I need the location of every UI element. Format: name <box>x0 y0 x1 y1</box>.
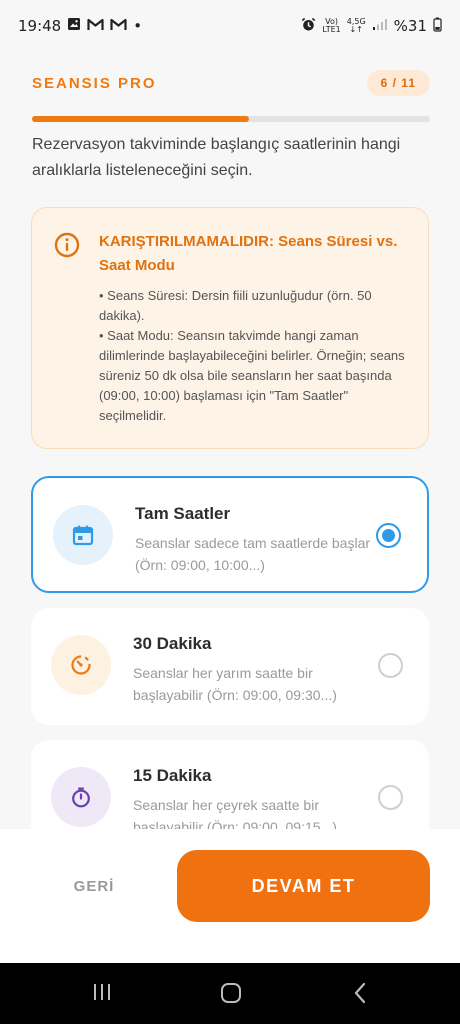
warning-title: KARIŞTIRILMAMALIDIR: Seans Süresi vs. Sa… <box>99 233 398 274</box>
warning-line-duration: • Seans Süresi: Dersin fiili uzunluğudur… <box>99 288 372 323</box>
brand-title: SEANSIS PRO <box>32 74 157 92</box>
status-right: Vo) LTE1 4,5G ↓↑ %31 <box>301 17 442 36</box>
gmail-icon <box>87 17 104 35</box>
progress-bar <box>32 116 430 122</box>
back-nav-icon[interactable] <box>352 981 368 1010</box>
option-card-full-hours[interactable]: Tam Saatler Seanslar sadece tam saatlerd… <box>31 476 429 593</box>
warning-line-mode: • Saat Modu: Seansın takvimde hangi zama… <box>99 328 405 423</box>
recent-apps-icon[interactable] <box>92 981 112 1008</box>
network-type: 4,5G ↓↑ <box>347 18 366 34</box>
option-title: 15 Dakika <box>133 766 212 785</box>
warning-box: KARIŞTIRILMAMALIDIR: Seans Süresi vs. Sa… <box>31 207 429 449</box>
signal-icon <box>372 17 388 35</box>
radio-unselected[interactable] <box>378 785 403 810</box>
battery-icon <box>433 17 442 36</box>
option-subtitle: Seanslar her yarım saatte bir başlayabil… <box>133 665 337 703</box>
back-button[interactable]: GERİ <box>52 873 136 901</box>
lte-label: LTE1 <box>322 25 341 34</box>
step-description: Rezervasyon takviminde başlangıç saatler… <box>32 136 401 179</box>
info-icon <box>54 232 80 258</box>
radio-selected[interactable] <box>376 523 401 548</box>
volte-indicator: Vo) LTE1 <box>322 18 340 34</box>
step-indicator: 6 / 11 <box>366 70 430 96</box>
status-dot: • <box>133 17 143 35</box>
status-bar: 19:48 • Vo) LTE1 4,5G ↓↑ %31 <box>0 0 460 52</box>
stopwatch-icon <box>51 767 111 827</box>
progress-fill <box>32 116 249 122</box>
home-icon[interactable] <box>219 981 243 1010</box>
system-nav-bar <box>0 963 460 1024</box>
header: SEANSIS PRO 6 / 11 <box>32 68 430 98</box>
battery-percent: %31 <box>393 17 427 35</box>
continue-button[interactable]: DEVAM ET <box>177 850 430 922</box>
option-card-30-minutes[interactable]: 30 Dakika Seanslar her yarım saatte bir … <box>31 608 429 725</box>
option-title: 30 Dakika <box>133 634 212 653</box>
network-arrows: ↓↑ <box>349 25 363 34</box>
warning-body: • Seans Süresi: Dersin fiili uzunluğudur… <box>99 286 411 426</box>
alarm-icon <box>301 17 316 36</box>
half-hour-timer-icon <box>51 635 111 695</box>
status-left: 19:48 • <box>18 17 142 35</box>
radio-unselected[interactable] <box>378 653 403 678</box>
gmail-icon <box>110 17 127 35</box>
bottom-action-bar: GERİ DEVAM ET <box>0 829 460 963</box>
status-time: 19:48 <box>18 17 62 35</box>
option-subtitle: Seanslar sadece tam saatlerde başlar (Ör… <box>135 535 371 573</box>
option-title: Tam Saatler <box>135 504 231 523</box>
image-icon <box>67 17 81 35</box>
calendar-icon <box>53 505 113 565</box>
